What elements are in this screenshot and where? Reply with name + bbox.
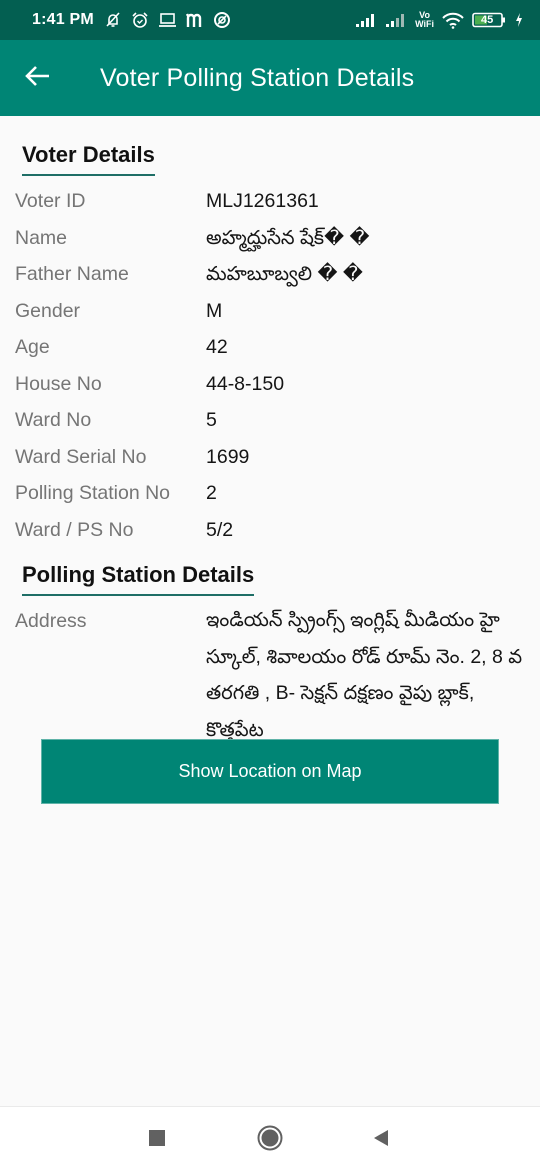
page-title: Voter Polling Station Details bbox=[100, 63, 415, 92]
detail-value: 5 bbox=[206, 409, 217, 431]
battery-icon: 45 bbox=[472, 12, 506, 28]
arrow-left-icon bbox=[25, 65, 51, 92]
detail-value: M bbox=[206, 300, 223, 322]
home-button[interactable] bbox=[257, 1125, 283, 1156]
app-bar: Voter Polling Station Details bbox=[0, 40, 540, 116]
detail-value: అహ్మద్హుసేన షేక్� � bbox=[206, 227, 370, 249]
status-time: 1:41 PM bbox=[32, 11, 94, 28]
address-label: Address bbox=[15, 610, 87, 632]
m-app-icon bbox=[185, 12, 204, 28]
circle-home-icon bbox=[257, 1125, 283, 1156]
laptop-icon bbox=[158, 12, 177, 28]
battery-level: 45 bbox=[481, 14, 494, 26]
detail-value: 1699 bbox=[206, 446, 250, 468]
detail-value: 2 bbox=[206, 482, 217, 504]
detail-label: Ward No bbox=[15, 409, 92, 431]
square-recents-icon bbox=[149, 1129, 165, 1151]
detail-value: MLJ1261361 bbox=[206, 190, 319, 212]
status-icons-right: Vo WiFi 45 bbox=[355, 11, 524, 29]
detail-label: Voter ID bbox=[15, 190, 86, 212]
detail-label: Ward / PS No bbox=[15, 519, 134, 541]
recents-button[interactable] bbox=[144, 1127, 170, 1153]
circle-app-icon bbox=[213, 11, 231, 29]
notifications-off-icon bbox=[104, 11, 122, 29]
voter-details-heading: Voter Details bbox=[22, 142, 155, 176]
detail-value: 5/2 bbox=[206, 519, 234, 541]
detail-label: Name bbox=[15, 227, 68, 249]
wifi-icon bbox=[442, 12, 464, 29]
detail-value: మహబూబ్వలి � � bbox=[206, 263, 363, 285]
detail-value: 42 bbox=[206, 336, 228, 358]
charging-icon bbox=[514, 12, 524, 28]
nav-back-button[interactable] bbox=[368, 1127, 394, 1153]
show-location-on-map-button[interactable]: Show Location on Map bbox=[41, 739, 499, 804]
status-icons-left bbox=[104, 11, 231, 29]
system-nav-bar bbox=[0, 1106, 540, 1170]
detail-label: Gender bbox=[15, 300, 81, 322]
detail-label: Ward Serial No bbox=[15, 446, 147, 468]
detail-label: Polling Station No bbox=[15, 482, 171, 504]
detail-label: Age bbox=[15, 336, 50, 358]
vowifi-bottom-text: WiFi bbox=[415, 19, 434, 29]
triangle-back-icon bbox=[372, 1129, 390, 1152]
polling-station-heading: Polling Station Details bbox=[22, 562, 255, 596]
back-button[interactable] bbox=[0, 40, 76, 116]
detail-label: Father Name bbox=[15, 263, 129, 285]
vowifi-icon: Vo WiFi bbox=[415, 11, 434, 29]
signal-2-icon bbox=[385, 12, 407, 28]
alarm-icon bbox=[131, 11, 149, 29]
status-bar: 1:41 PM Vo WiFi 45 bbox=[0, 0, 540, 40]
address-value: ఇండియన్ స్ప్రింగ్స్ ఇంగ్లిష్ మీడియం హై స… bbox=[206, 609, 523, 741]
signal-1-icon bbox=[355, 12, 377, 28]
detail-label: House No bbox=[15, 373, 102, 395]
detail-value: 44-8-150 bbox=[206, 373, 285, 395]
